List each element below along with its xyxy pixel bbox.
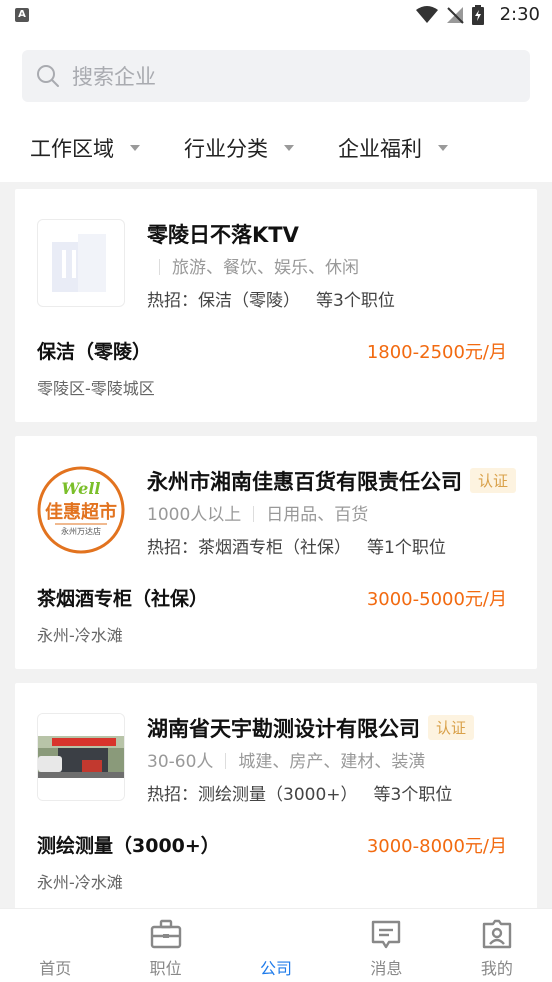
filter-benefits[interactable]: 企业福利 (338, 128, 448, 168)
tab-profile[interactable]: 我的 (442, 909, 552, 982)
job-title[interactable]: 茶烟酒专柜（社保） (37, 584, 208, 611)
tab-company[interactable]: 公司 (221, 909, 331, 982)
tab-label: 职位 (149, 959, 182, 978)
company-name: 零陵日不落KTV (147, 223, 299, 247)
hot-job: 保洁（零陵） (198, 291, 300, 311)
company-name: 湖南省天宇勘测设计有限公司 认证 (147, 713, 475, 743)
logo-branch-text: 永州万达店 (61, 526, 101, 536)
filter-label: 行业分类 (184, 137, 268, 161)
job-location: 永州-冷水滩 (37, 626, 123, 645)
status-bar: A 2:30 (0, 0, 552, 32)
tab-jobs[interactable]: 职位 (110, 909, 220, 982)
job-title[interactable]: 测绘测量（3000+） (37, 831, 220, 858)
company-name-text: 永州市湘南佳惠百货有限责任公司 (147, 470, 462, 494)
battery-charging-icon (472, 5, 484, 25)
hot-more: 等3个职位 (373, 785, 453, 805)
hot-prefix: 热招： (147, 538, 198, 558)
company-industry: 城建、房产、建材、装潢 (238, 752, 426, 772)
hot-jobs: 热招：保洁（零陵） 等3个职位 (147, 286, 395, 311)
company-card[interactable]: Well 佳惠超市 永州万达店 永州市湘南佳惠百货有限责任公司 认证 1000人以… (15, 436, 537, 669)
company-meta: 1000人以上 日用品、百货 (147, 500, 368, 525)
header-area: 工作区域 行业分类 企业福利 (0, 32, 552, 182)
company-industry: 旅游、餐饮、娱乐、休闲 (172, 258, 359, 278)
briefcase-icon (150, 919, 181, 949)
search-icon (37, 65, 59, 87)
search-bar[interactable] (22, 50, 530, 102)
message-icon (372, 920, 401, 949)
filter-label: 企业福利 (338, 137, 422, 161)
keyboard-indicator-icon: A (15, 8, 29, 22)
jiahui-supermarket-logo: Well 佳惠超市 永州万达店 (37, 466, 125, 554)
caret-down-icon (130, 145, 140, 151)
bottom-tab-bar: 首页 职位 公司 消息 我的 (0, 908, 552, 982)
meta-divider (225, 753, 227, 769)
job-location: 永州-冷水滩 (37, 873, 123, 892)
company-meta: 30-60人 城建、房产、建材、装潢 (147, 747, 425, 772)
hot-job: 测绘测量（3000+） (198, 785, 358, 805)
job-salary: 3000-5000元/月 (366, 589, 507, 610)
filter-work-area[interactable]: 工作区域 (30, 128, 140, 168)
caret-down-icon (438, 145, 448, 151)
tab-label: 我的 (480, 959, 513, 978)
job-salary: 3000-8000元/月 (366, 836, 507, 857)
filter-label: 工作区域 (30, 137, 114, 161)
meta-divider (253, 506, 255, 522)
company-meta: 旅游、餐饮、娱乐、休闲 (147, 253, 359, 278)
job-title[interactable]: 保洁（零陵） (37, 337, 151, 364)
meta-divider (159, 259, 160, 275)
company-size: 30-60人 (147, 752, 214, 772)
company-name: 永州市湘南佳惠百货有限责任公司 认证 (147, 466, 517, 496)
search-input[interactable] (70, 58, 514, 96)
filter-bar: 工作区域 行业分类 企业福利 (0, 128, 552, 168)
hot-prefix: 热招： (147, 785, 198, 805)
caret-down-icon (284, 145, 294, 151)
company-industry: 日用品、百货 (266, 505, 369, 525)
filter-industry[interactable]: 行业分类 (184, 128, 294, 168)
tab-label: 公司 (260, 959, 293, 978)
logo-well-text: Well (62, 479, 101, 498)
company-size: 1000人以上 (147, 505, 242, 525)
building-placeholder-icon (37, 219, 125, 307)
tab-home[interactable]: 首页 (0, 909, 110, 982)
company-card[interactable]: 湖南省天宇勘测设计有限公司 认证 30-60人 城建、房产、建材、装潢 热招：测绘测… (15, 683, 537, 908)
logo-name-text: 佳惠超市 (45, 501, 117, 523)
hot-more: 等1个职位 (367, 538, 446, 558)
hot-more: 等3个职位 (316, 291, 395, 311)
tab-label: 首页 (39, 959, 72, 978)
job-location: 零陵区-零陵城区 (37, 379, 155, 398)
no-signal-icon (447, 7, 464, 24)
storefront-photo (37, 713, 125, 801)
profile-icon (482, 919, 512, 949)
hot-jobs: 热招：茶烟酒专柜（社保） 等1个职位 (147, 533, 446, 558)
company-card[interactable]: 零陵日不落KTV 旅游、餐饮、娱乐、休闲 热招：保洁（零陵） 等3个职位 保洁（零… (15, 189, 537, 422)
company-list: 零陵日不落KTV 旅游、餐饮、娱乐、休闲 热招：保洁（零陵） 等3个职位 保洁（零… (0, 182, 552, 908)
tab-label: 消息 (370, 959, 403, 978)
certified-badge: 认证 (470, 468, 517, 493)
certified-badge: 认证 (428, 715, 475, 740)
status-icons (416, 5, 484, 25)
hot-jobs: 热招：测绘测量（3000+） 等3个职位 (147, 780, 452, 805)
clock: 2:30 (499, 4, 540, 25)
company-name-text: 湖南省天宇勘测设计有限公司 (147, 717, 420, 741)
wifi-icon (416, 6, 438, 23)
hot-prefix: 热招： (147, 291, 198, 311)
tab-messages[interactable]: 消息 (331, 909, 441, 982)
hot-job: 茶烟酒专柜（社保） (198, 538, 351, 558)
job-salary: 1800-2500元/月 (366, 342, 507, 363)
